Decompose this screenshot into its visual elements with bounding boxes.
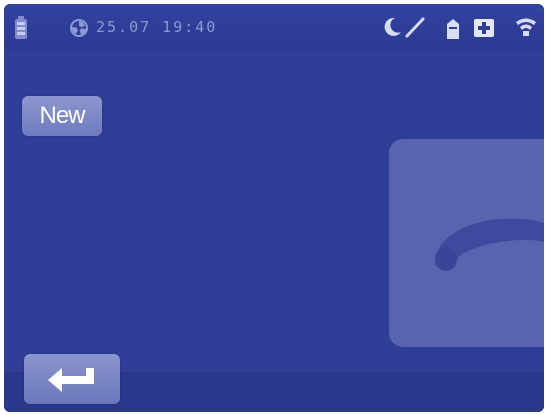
- fan-icon: [70, 19, 88, 37]
- status-bar: 25.07 19:40: [4, 4, 544, 49]
- doc-icon: [445, 18, 461, 40]
- back-button[interactable]: [24, 354, 120, 404]
- new-button[interactable]: New: [22, 96, 102, 136]
- device-screen: 25.07 19:40 New: [4, 4, 544, 412]
- call-button[interactable]: [389, 139, 544, 347]
- return-icon: [46, 366, 98, 394]
- wifi-icon: [514, 18, 538, 38]
- plus-icon: [473, 18, 495, 38]
- handset-icon: [427, 209, 544, 279]
- pen-icon: [404, 16, 426, 38]
- battery-icon: [14, 16, 28, 40]
- moon-icon: [382, 16, 402, 38]
- datetime-label: 25.07 19:40: [96, 18, 218, 36]
